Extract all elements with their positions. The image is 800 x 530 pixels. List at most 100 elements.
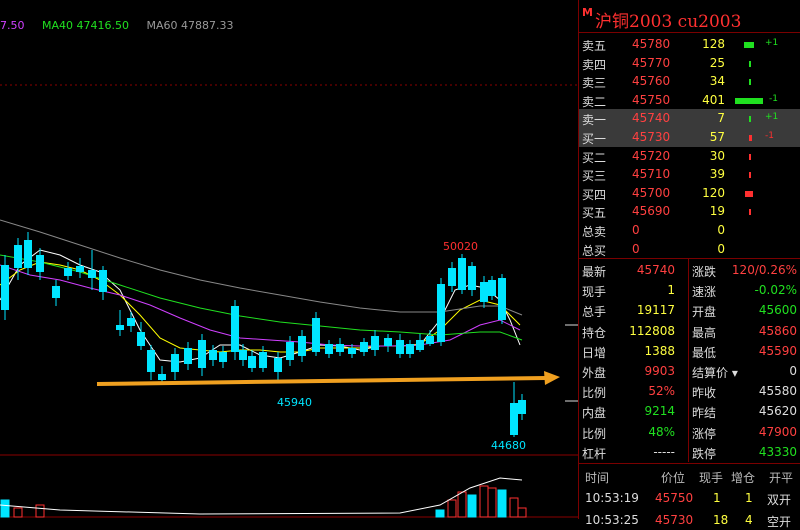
orderbook-volume-bar [749,172,751,179]
orderbook-volume: 39 [709,167,725,182]
orderbook-change [729,224,799,238]
orderbook-row[interactable]: 买四 45700 120 [579,184,800,203]
kline-chart-svg[interactable]: 50020 45940 44680 [0,0,578,519]
candle-body [384,338,392,346]
volume-bar [479,485,489,518]
trade-qty: 18 [713,513,729,527]
stat-value: 19117 [636,303,675,318]
candle-body [336,344,344,352]
volume-bar [457,491,467,518]
stat-value: 45620 [758,404,797,419]
candle-body [274,358,282,372]
candle-body [498,278,506,320]
ma40-legend: MA40 47416.50 [42,19,129,32]
orderbook-volume-bar [749,60,751,67]
candle-body [480,282,488,302]
candle-body [325,344,333,354]
orderbook-level-label: 总卖 [582,225,607,239]
stat-label: 杠杆 [582,446,607,461]
orderbook-change [729,75,799,89]
candle-body [209,350,217,360]
candle-body [116,325,124,330]
candle-body [437,284,445,342]
kline-chart-area[interactable]: 50020 45940 44680 7.50 MA40 47416.50 MA6… [0,0,578,519]
candle-body [259,352,267,368]
stat-value: 52% [648,384,675,399]
orderbook-change: +1 [729,112,799,126]
orderbook-row[interactable]: 买一 45730 57 -1 [579,128,800,147]
high-price-label: 50020 [443,240,478,253]
stat-value: 43330 [758,444,797,459]
volume-ma-line [0,477,523,515]
candle-body [416,340,424,350]
candle-body [1,265,9,310]
trade-time: 10:53:25 [585,513,639,527]
trade-row: 10:53:25 45730 18 4 空开 [579,510,800,530]
orderbook-price: 45760 [632,74,671,89]
orderbook-row[interactable]: 卖二 45750 401 -1 [579,91,800,110]
stat-value: 1388 [644,343,675,358]
orderbook-volume-bar [749,79,751,86]
stat-row: 杠杆 ----- 跌停 43330 [579,442,800,463]
candle-body [184,348,192,364]
candle-body [371,336,379,350]
stat-label: 涨跌 [692,265,717,279]
orderbook-volume: 30 [709,148,725,163]
contract-title-bar[interactable]: M 沪铜2003 cu2003 [579,0,800,32]
orderbook-volume: 57 [709,130,725,144]
volume-bars [0,477,527,518]
trade-qty: 1 [713,491,721,505]
candle-body [448,268,456,286]
volume-bar [487,487,497,518]
orderbook-row[interactable]: 买五 45690 19 [579,202,800,221]
orderbook-change: +1 [729,38,799,52]
orderbook-row[interactable]: 买二 45720 30 [579,147,800,166]
candle-body [198,340,206,368]
volume-bar [509,497,519,518]
orderbook-row[interactable]: 卖一 45740 7 +1 [579,109,800,129]
candle-body [312,318,320,352]
volume-bar [467,494,477,518]
orderbook-row[interactable]: 卖三 45760 34 [579,72,800,91]
orderbook-row[interactable]: 卖五 45780 128 +1 [579,35,800,54]
trade-price: 45730 [655,513,694,527]
orderbook-level-label: 卖一 [582,113,607,128]
divider [579,258,800,259]
candle-body [360,342,368,352]
orderbook-level-label: 买五 [582,206,607,221]
orderbook-level-label: 买四 [582,187,607,202]
stat-label: 内盘 [582,406,607,421]
candle-body [88,270,96,278]
stat-value: 9903 [644,364,675,378]
low-price-label: 45940 [277,396,312,409]
stat-label: 总手 [582,305,607,320]
volume-bar [497,489,507,518]
candle-body [518,400,526,414]
trade-inc: 4 [745,513,753,527]
orderbook-row[interactable]: 买三 45710 39 [579,165,800,184]
orderbook-row[interactable]: 卖四 45770 25 [579,54,800,73]
candle-body [137,332,145,346]
stat-value: 0 [789,364,797,378]
candle-body [14,245,22,268]
candle-body [24,240,32,268]
stat-value: 9214 [644,404,675,419]
candle-body [76,266,84,272]
candle-body [36,255,44,272]
trade-type: 双开 [767,493,792,507]
volume-bar [13,507,23,518]
orderbook-row[interactable]: 总卖 0 0 [579,221,800,240]
orderbook-price: 45700 [632,185,671,200]
candle-body [239,350,247,360]
orderbook-level-label: 卖五 [582,39,607,53]
ma60-legend: MA60 47887.33 [146,19,234,32]
orderbook-level-label: 卖三 [582,76,607,91]
orderbook-price: 45770 [632,55,671,70]
orderbook-volume: 128 [702,37,725,51]
orderbook-volume-bar [749,153,751,160]
stat-value: 48% [648,424,675,439]
orderbook-price: 0 [632,241,640,256]
orderbook-row[interactable]: 总买 0 0 [579,240,800,259]
support-arrow [96,371,560,386]
volume-bar [435,509,445,518]
